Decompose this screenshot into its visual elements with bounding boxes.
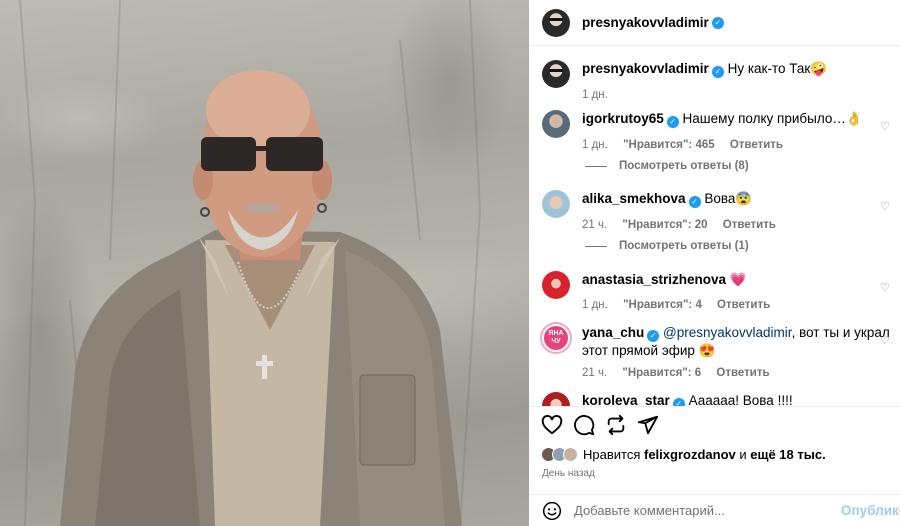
comment-age: 1 дн. [582, 299, 608, 311]
comment-age: 21 ч. [582, 219, 608, 231]
comment-username[interactable]: anastasia_strizhenova [582, 272, 726, 287]
comment-text: Вова😨 [704, 191, 753, 206]
comment-icon[interactable] [573, 414, 595, 436]
comment-likes[interactable]: "Нравится": 465 [623, 139, 715, 151]
caption-text: Ну как-то Так🤪 [727, 61, 828, 76]
likes-summary: Нравится felixgrozdanov и ещё 18 тыс. [541, 447, 826, 462]
commenter-avatar[interactable] [542, 271, 570, 299]
comment-item: alika_smekhova ✓ Вова😨 21 ч. "Нравится": … [542, 190, 892, 234]
comment-likes[interactable]: "Нравится": 20 [622, 219, 707, 231]
comment-input[interactable] [574, 503, 824, 518]
caption: presnyakovvladimir ✓ Ну как-то Так🤪 1 дн. [542, 60, 892, 104]
portrait-image [19, 0, 482, 526]
verified-icon: ✓ [672, 398, 685, 406]
view-replies-button[interactable]: Посмотреть ответы (1) [585, 240, 749, 252]
like-comment-icon[interactable]: ♡ [880, 200, 890, 213]
view-replies-button[interactable]: Посмотреть ответы (8) [585, 160, 749, 172]
commenter-avatar[interactable] [542, 110, 570, 138]
reply-button[interactable]: Ответить [730, 139, 783, 151]
comment-composer: Опубликовать [529, 494, 900, 526]
comment-age: 1 дн. [582, 139, 608, 151]
verified-icon: ✓ [666, 116, 679, 128]
commenter-avatar[interactable] [542, 392, 570, 406]
comment-username[interactable]: alika_smekhova [582, 191, 686, 206]
reply-button[interactable]: Ответить [723, 219, 776, 231]
liker-username[interactable]: felixgrozdanov [644, 447, 736, 462]
liker-avatar [563, 447, 578, 462]
comment-username[interactable]: yana_chu [582, 325, 644, 340]
author-avatar[interactable] [542, 8, 570, 37]
comment-likes[interactable]: "Нравится": 4 [623, 299, 702, 311]
comment-item: ЯНА ЧУ yana_chu ✓ @presnyakovvladimir, во… [542, 324, 892, 382]
post-sidebar: presnyakovvladimir ✓ presnyakovvladimir ✓… [529, 0, 900, 526]
caption-age: 1 дн. [582, 89, 608, 101]
comment-username[interactable]: koroleva_star [582, 393, 670, 406]
verified-icon: ✓ [688, 196, 701, 208]
comments-list[interactable]: presnyakovvladimir ✓ Ну как-то Так🤪 1 дн.… [529, 46, 900, 406]
author-username[interactable]: presnyakovvladimir [582, 15, 709, 30]
repost-icon[interactable] [605, 414, 627, 436]
emoji-icon[interactable] [542, 501, 562, 521]
comment-username[interactable]: igorkrutoy65 [582, 111, 664, 126]
commenter-avatar[interactable]: ЯНА ЧУ [542, 324, 570, 352]
like-comment-icon[interactable]: ♡ [880, 334, 890, 347]
comment-mention[interactable]: @presnyakovvladimir [663, 325, 792, 340]
author-avatar[interactable] [542, 60, 570, 88]
like-comment-icon[interactable]: ♡ [880, 281, 890, 294]
caption-username[interactable]: presnyakovvladimir [582, 61, 709, 76]
likes-middle: и [739, 447, 747, 462]
comment-item: koroleva_star ✓ Аааааа! Вова !!!! [542, 392, 892, 406]
reply-button[interactable]: Ответить [716, 367, 769, 379]
comment-item: anastasia_strizhenova 💗 1 дн. "Нравится"… [542, 271, 892, 314]
heart-icon[interactable] [541, 414, 563, 436]
commenter-avatar[interactable] [542, 190, 570, 218]
post-photo [0, 0, 529, 526]
comment-likes[interactable]: "Нравится": 6 [622, 367, 701, 379]
likes-prefix: Нравится [583, 447, 641, 462]
verified-icon: ✓ [711, 66, 724, 78]
comment-text: Аааааа! Вова !!!! [688, 393, 793, 406]
comment-text: 💗 [729, 272, 747, 287]
verified-icon: ✓ [711, 16, 724, 29]
verified-icon: ✓ [647, 330, 660, 342]
comment-item: igorkrutoy65 ✓ Нашему полку прибыло…👌 1 д… [542, 110, 892, 154]
reply-button[interactable]: Ответить [717, 299, 770, 311]
comment-text: Нашему полку прибыло…👌 [682, 111, 863, 126]
post-time[interactable]: День назад [542, 468, 595, 479]
post-header: presnyakovvladimir ✓ [529, 0, 900, 46]
action-bar [529, 406, 900, 442]
likes-count[interactable]: ещё 18 тыс. [750, 447, 825, 462]
publish-button[interactable]: Опубликовать [841, 503, 900, 518]
comment-age: 21 ч. [582, 367, 608, 379]
like-comment-icon[interactable]: ♡ [880, 120, 890, 133]
share-icon[interactable] [637, 414, 659, 436]
